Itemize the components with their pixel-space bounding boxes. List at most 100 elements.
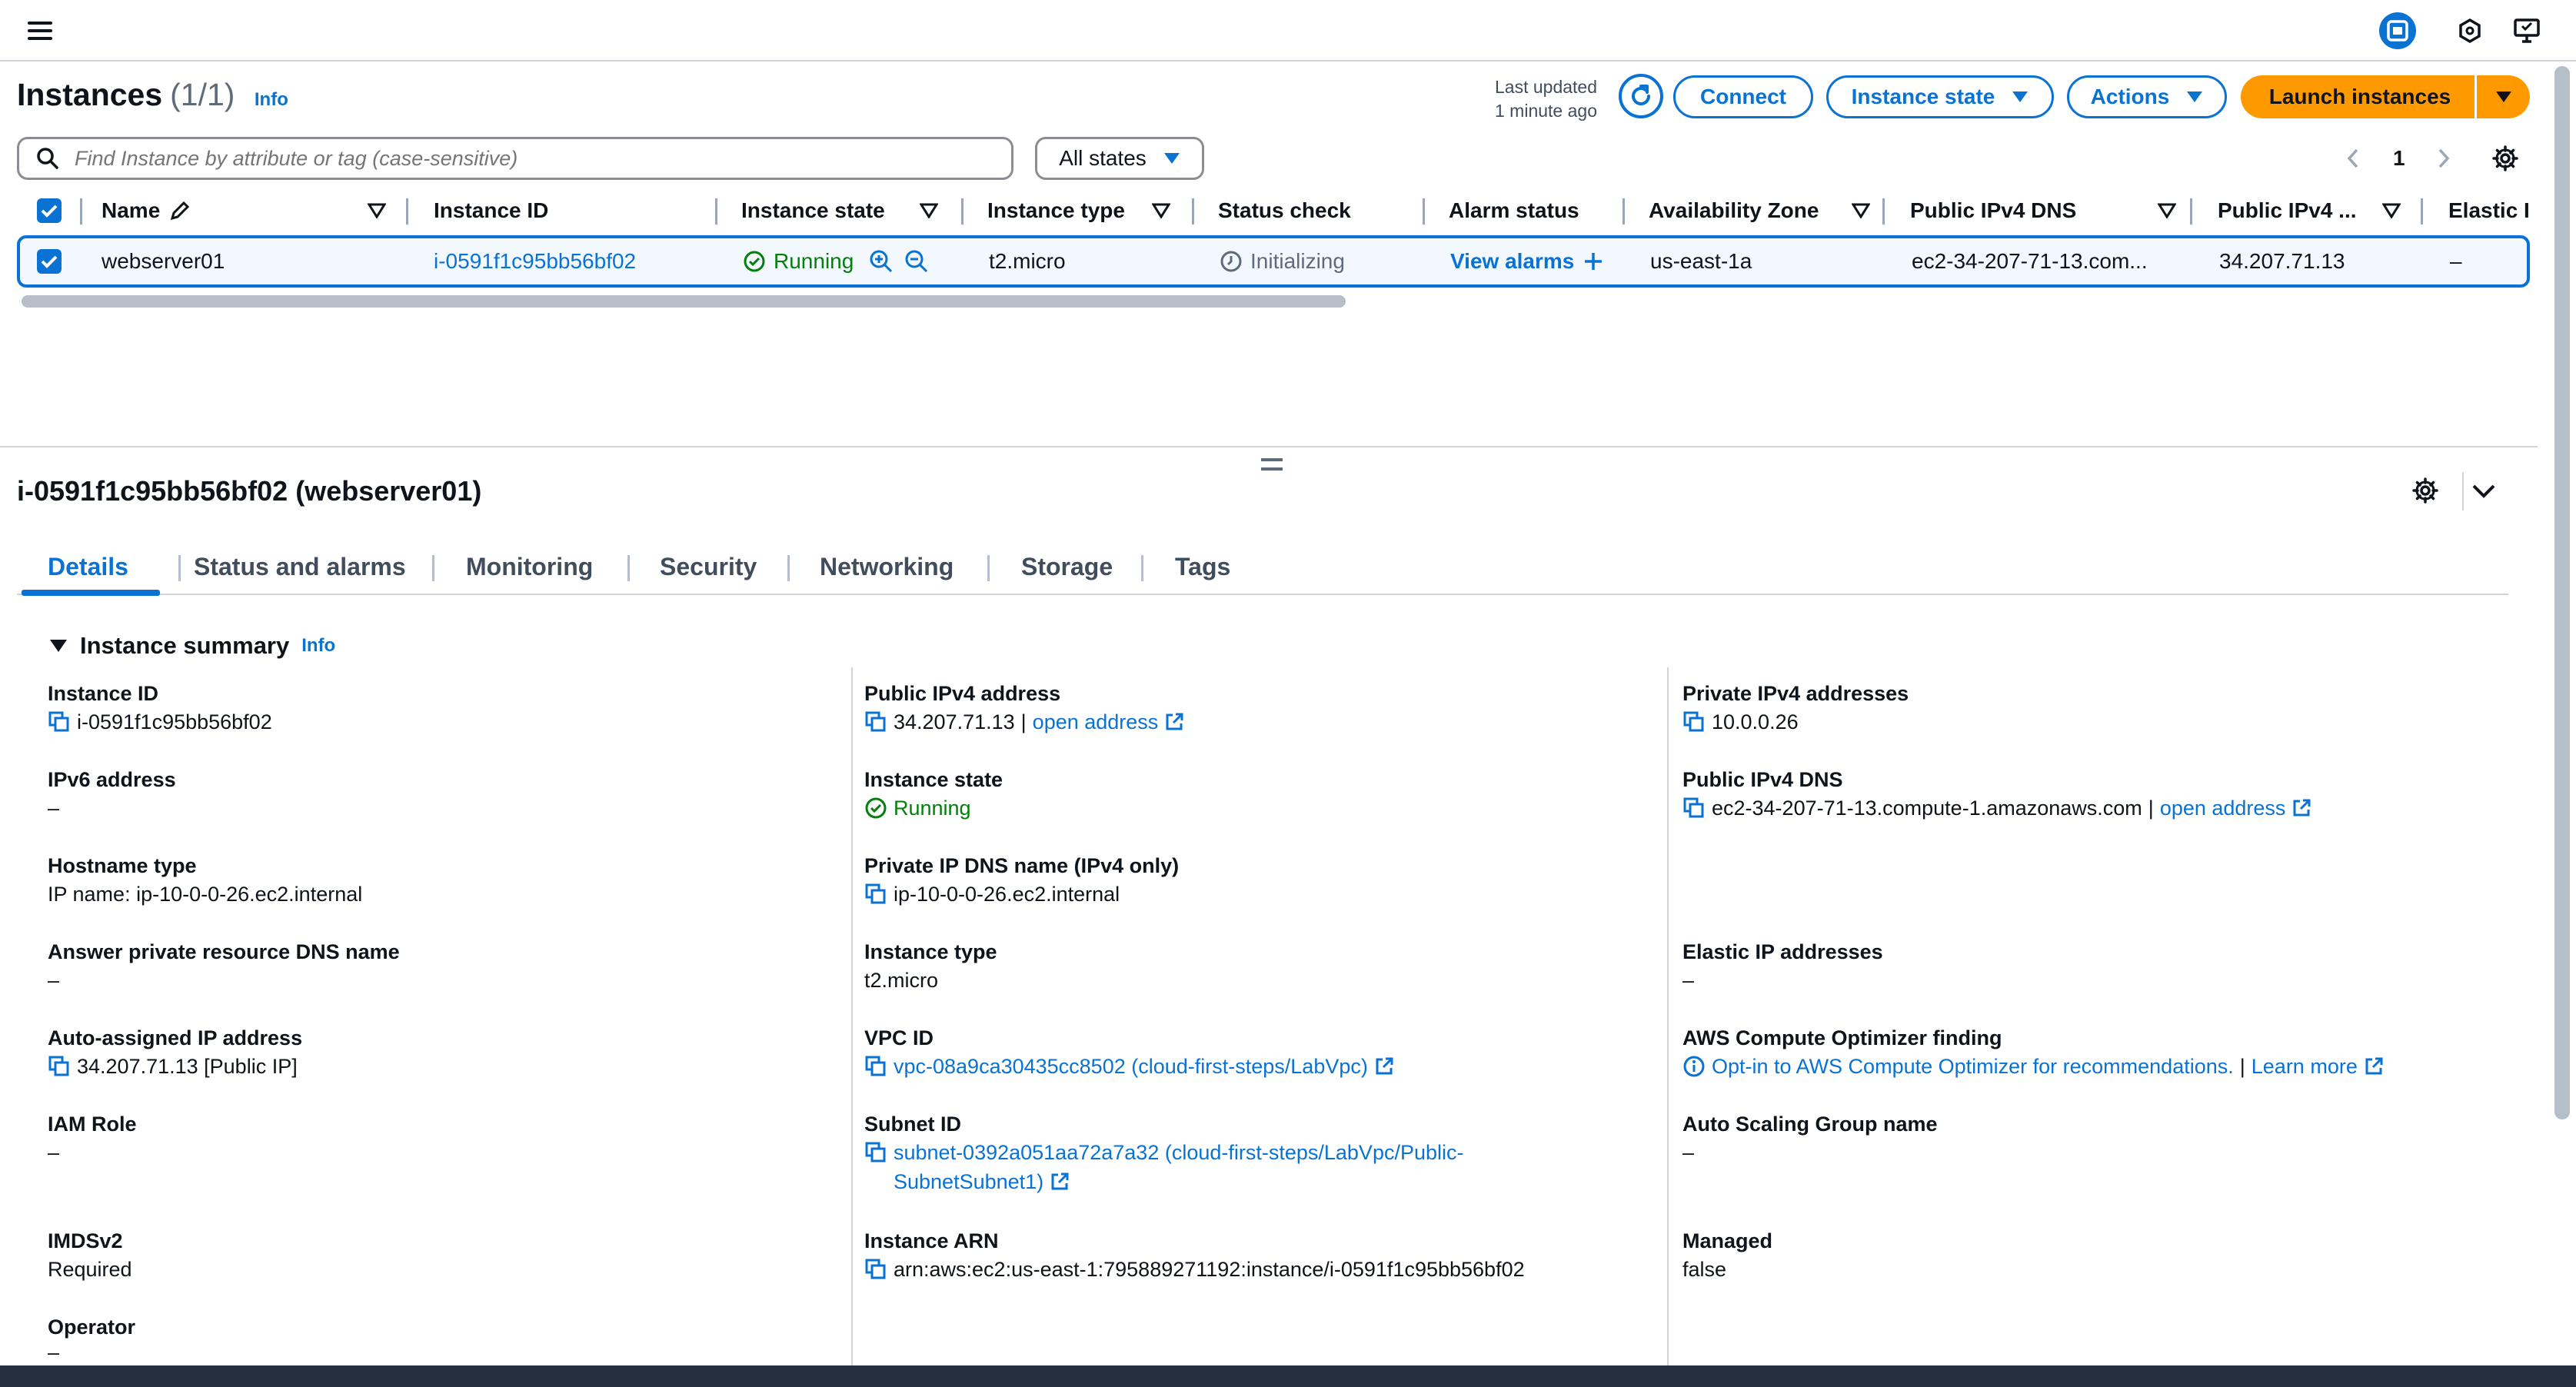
copy-icon[interactable] — [48, 710, 71, 733]
field-answer-dns: Answer private resource DNS name – — [48, 938, 400, 995]
copy-icon[interactable] — [1682, 797, 1706, 820]
resize-handle-icon[interactable] — [1261, 458, 1283, 471]
vpc-link[interactable]: vpc-08a9ca30435cc8502 (cloud-first-steps… — [894, 1051, 1368, 1082]
summary-info-link[interactable]: Info — [301, 635, 335, 657]
col-availability-zone[interactable]: Availability Zone — [1649, 189, 1819, 232]
copy-icon[interactable] — [48, 1055, 71, 1078]
pencil-icon — [171, 201, 190, 221]
panel-icon[interactable] — [2379, 12, 2416, 49]
external-link-icon[interactable] — [1164, 712, 1184, 732]
subnet-link[interactable]: subnet-0392a051aa72a7a32 (cloud-first-st… — [894, 1137, 1464, 1168]
sort-icon[interactable] — [1852, 203, 1870, 218]
pagination-next[interactable] — [2436, 137, 2451, 180]
tab-tags[interactable]: Tags — [1175, 538, 1230, 595]
tab-monitoring[interactable]: Monitoring — [466, 538, 593, 595]
tab-storage[interactable]: Storage — [1021, 538, 1113, 595]
search-input[interactable] — [73, 145, 980, 171]
tab-security[interactable]: Security — [660, 538, 757, 595]
learn-more-link[interactable]: Learn more — [2252, 1051, 2358, 1082]
subnet-link-cont[interactable]: SubnetSubnet1) — [894, 1166, 1043, 1197]
pagination-page[interactable]: 1 — [2393, 137, 2405, 180]
zoom-in-icon[interactable] — [869, 249, 894, 274]
sort-icon[interactable] — [920, 203, 938, 218]
tab-networking[interactable]: Networking — [820, 538, 954, 595]
refresh-button[interactable] — [1619, 74, 1663, 118]
field-elastic-ip: Elastic IP addresses – — [1682, 938, 1883, 995]
last-updated-time: 1 minute ago — [1495, 101, 1597, 121]
connect-button[interactable]: Connect — [1673, 75, 1813, 118]
external-link-icon[interactable] — [2291, 798, 2311, 818]
instance-state-button[interactable]: Instance state — [1826, 75, 2054, 118]
sort-icon[interactable] — [2382, 203, 2401, 218]
instance-summary-toggle[interactable]: Instance summary Info — [49, 632, 335, 660]
col-status-check[interactable]: Status check — [1218, 189, 1351, 232]
zoom-out-icon[interactable] — [904, 249, 929, 274]
external-link-icon[interactable] — [1374, 1056, 1394, 1076]
states-filter-select[interactable]: All states — [1035, 137, 1204, 180]
field-instance-arn: Instance ARN arn:aws:ec2:us-east-1:79588… — [864, 1227, 1525, 1284]
settings-hex-icon[interactable] — [2451, 12, 2488, 49]
field-label: AWS Compute Optimizer finding — [1682, 1026, 2002, 1049]
col-name[interactable]: Name — [102, 189, 191, 232]
pagination-prev[interactable] — [2345, 137, 2361, 180]
detail-toolbar-divider — [2462, 472, 2464, 511]
row-elastic-ip: – — [2450, 249, 2462, 273]
field-label: Operator — [48, 1315, 136, 1339]
copy-icon[interactable] — [1682, 710, 1706, 733]
external-link-icon[interactable] — [2364, 1056, 2384, 1076]
field-operator: Operator – — [48, 1313, 135, 1364]
field-hostname-type: Hostname type IP name: ip-10-0-0-26.ec2.… — [48, 852, 362, 909]
copy-icon[interactable] — [864, 1141, 887, 1164]
horizontal-scrollbar[interactable] — [22, 295, 1346, 308]
row-state-text: Running — [774, 249, 854, 273]
col-status-check-label: Status check — [1218, 198, 1351, 222]
last-updated: Last updated 1 minute ago — [1495, 75, 1597, 123]
optimizer-opt-in-link[interactable]: Opt-in to AWS Compute Optimizer for reco… — [1712, 1051, 2234, 1082]
col-public-ipv4[interactable]: Public IPv4 ... — [2218, 189, 2357, 232]
select-all-checkbox[interactable] — [37, 189, 62, 232]
field-instance-id: Instance ID i-0591f1c95bb56bf02 — [48, 680, 272, 737]
open-address-link[interactable]: open address — [1033, 707, 1159, 737]
row-checkbox[interactable] — [37, 238, 62, 284]
copy-icon[interactable] — [864, 1258, 887, 1281]
external-link-icon[interactable] — [1050, 1172, 1070, 1192]
col-instance-state[interactable]: Instance state — [741, 189, 885, 232]
col-instance-id[interactable]: Instance ID — [434, 189, 548, 232]
col-alarm-status[interactable]: Alarm status — [1449, 189, 1579, 232]
feedback-screen-icon[interactable] — [2508, 12, 2545, 49]
col-public-ipv4-label: Public IPv4 ... — [2218, 198, 2357, 222]
field-value: 10.0.0.26 — [1712, 710, 1799, 733]
detail-settings-button[interactable] — [2411, 477, 2439, 504]
tab-status-alarms[interactable]: Status and alarms — [194, 538, 406, 595]
col-instance-type[interactable]: Instance type — [987, 189, 1125, 232]
menu-icon[interactable] — [26, 17, 54, 45]
tab-tags-label: Tags — [1175, 552, 1231, 580]
vertical-scrollbar[interactable] — [2554, 66, 2570, 1119]
tab-details[interactable]: Details — [48, 538, 128, 595]
table-row[interactable]: webserver01 i-0591f1c95bb56bf02 Running … — [17, 235, 2530, 288]
field-value: – — [48, 969, 60, 992]
col-public-dns[interactable]: Public IPv4 DNS — [1910, 189, 2076, 232]
view-alarms-link[interactable]: View alarms — [1450, 238, 1603, 284]
open-address-link[interactable]: open address — [2160, 793, 2286, 823]
copy-icon[interactable] — [864, 883, 887, 906]
launch-dropdown-button[interactable] — [2474, 75, 2530, 118]
row-ipv4: 34.207.71.13 — [2219, 249, 2345, 273]
col-elastic-ip-label: Elastic I — [2448, 198, 2530, 222]
sort-icon[interactable] — [368, 203, 386, 218]
collapse-panel-button[interactable] — [2471, 483, 2496, 500]
row-status-check-text: Initializing — [1250, 249, 1345, 273]
field-label: Public IPv4 DNS — [1682, 768, 1843, 791]
col-elastic-ip[interactable]: Elastic I — [2448, 189, 2530, 232]
table-preferences-button[interactable] — [2491, 137, 2519, 180]
info-link[interactable]: Info — [255, 89, 288, 110]
actions-button[interactable]: Actions — [2067, 75, 2227, 118]
field-private-ipv4: Private IPv4 addresses 10.0.0.26 — [1682, 680, 1909, 737]
launch-instances-button[interactable]: Launch instances — [2241, 75, 2479, 118]
row-instance-id-link[interactable]: i-0591f1c95bb56bf02 — [434, 238, 636, 284]
sort-icon[interactable] — [2158, 203, 2176, 218]
states-filter-value: All states — [1059, 146, 1147, 170]
copy-icon[interactable] — [864, 1055, 887, 1078]
copy-icon[interactable] — [864, 710, 887, 733]
sort-icon[interactable] — [1152, 203, 1170, 218]
